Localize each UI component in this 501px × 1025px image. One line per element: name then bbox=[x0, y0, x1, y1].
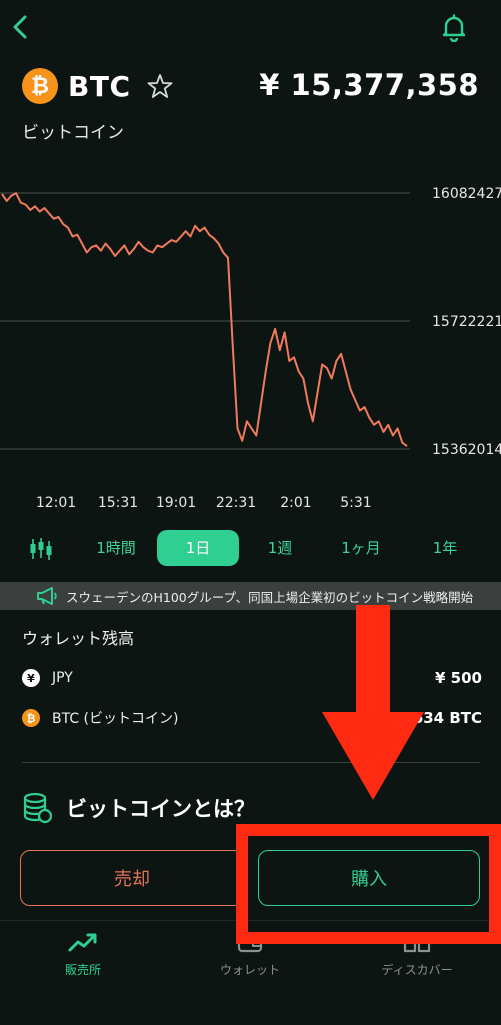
tab-discover[interactable]: ディスカバー bbox=[357, 931, 477, 978]
wallet-icon bbox=[237, 932, 263, 953]
news-banner[interactable]: スウェーデンのH100グループ、同国上場企業初のビットコイン戦略開始 bbox=[0, 582, 501, 610]
star-icon[interactable] bbox=[147, 73, 173, 99]
price-chart[interactable]: 16082427 15722221 15362014 bbox=[0, 170, 501, 470]
trend-up-icon bbox=[68, 933, 97, 952]
tab-label: 販売所 bbox=[64, 963, 101, 977]
range-1m[interactable]: 1ヶ月 bbox=[330, 530, 392, 566]
tab-label: ウォレット bbox=[219, 963, 280, 977]
about-bitcoin-link[interactable]: ビットコインとは？ bbox=[22, 790, 255, 826]
chevron-left-icon[interactable] bbox=[8, 14, 34, 40]
wallet-value: ¥ 500 bbox=[435, 669, 482, 687]
x-tick-label: 22:31 bbox=[215, 495, 257, 511]
price-line bbox=[1, 192, 408, 447]
x-tick-label: 19:01 bbox=[155, 495, 197, 511]
wallet-row-btc: ₿ BTC (ビットコイン) 634 BTC bbox=[22, 706, 482, 730]
bell-icon[interactable] bbox=[441, 14, 467, 42]
wallet-row-jpy: ¥ JPY ¥ 500 bbox=[22, 666, 482, 690]
coin-name: ビットコイン bbox=[22, 123, 124, 143]
about-label: ビットコインとは？ bbox=[66, 797, 255, 821]
wallet-title: ウォレット残高 bbox=[22, 629, 135, 648]
coin-symbol: BTC bbox=[68, 69, 131, 103]
header bbox=[0, 0, 501, 60]
y-tick-label: 16082427 bbox=[432, 186, 501, 202]
tab-label: ディスカバー bbox=[381, 963, 453, 977]
sell-button[interactable]: 売却 bbox=[20, 850, 244, 906]
database-icon bbox=[23, 792, 52, 824]
time-axis: 12:01 15:31 19:01 22:31 2:01 5:31 bbox=[0, 495, 501, 515]
range-selector: 1時間 1日 1週 1ヶ月 1年 bbox=[0, 530, 501, 570]
range-1h[interactable]: 1時間 bbox=[84, 530, 148, 566]
x-tick-label: 5:31 bbox=[340, 495, 372, 511]
x-tick-label: 15:31 bbox=[97, 495, 139, 511]
bitcoin-logo-icon: ₿ bbox=[22, 68, 58, 104]
range-1w[interactable]: 1週 bbox=[254, 530, 306, 566]
wallet-label: BTC (ビットコイン) bbox=[52, 711, 179, 727]
x-tick-label: 2:01 bbox=[280, 495, 312, 511]
news-text: スウェーデンのH100グループ、同国上場企業初のビットコイン戦略開始 bbox=[66, 589, 474, 605]
x-tick-label: 12:01 bbox=[35, 495, 77, 511]
divider bbox=[22, 762, 480, 763]
yen-icon: ¥ bbox=[22, 669, 40, 687]
current-price: ¥ 15,377,358 bbox=[259, 68, 479, 102]
tab-wallet[interactable]: ウォレット bbox=[190, 931, 310, 978]
range-1d[interactable]: 1日 bbox=[157, 530, 239, 566]
book-icon bbox=[403, 933, 431, 953]
range-1y[interactable]: 1年 bbox=[420, 530, 470, 566]
wallet-label: JPY bbox=[52, 670, 73, 686]
coin-title-row: ₿ BTC bbox=[22, 66, 173, 106]
megaphone-icon bbox=[37, 587, 57, 605]
tab-exchange[interactable]: 販売所 bbox=[23, 931, 143, 978]
wallet-value: 634 BTC bbox=[412, 709, 482, 727]
tab-bar: 販売所 ウォレット ディスカバー bbox=[0, 920, 501, 1025]
arrow-shaft bbox=[356, 605, 390, 717]
bitcoin-icon: ₿ bbox=[22, 709, 40, 727]
y-tick-label: 15362014 bbox=[432, 442, 501, 458]
buy-button[interactable]: 購入 bbox=[258, 850, 480, 906]
y-tick-label: 15722221 bbox=[432, 314, 501, 330]
